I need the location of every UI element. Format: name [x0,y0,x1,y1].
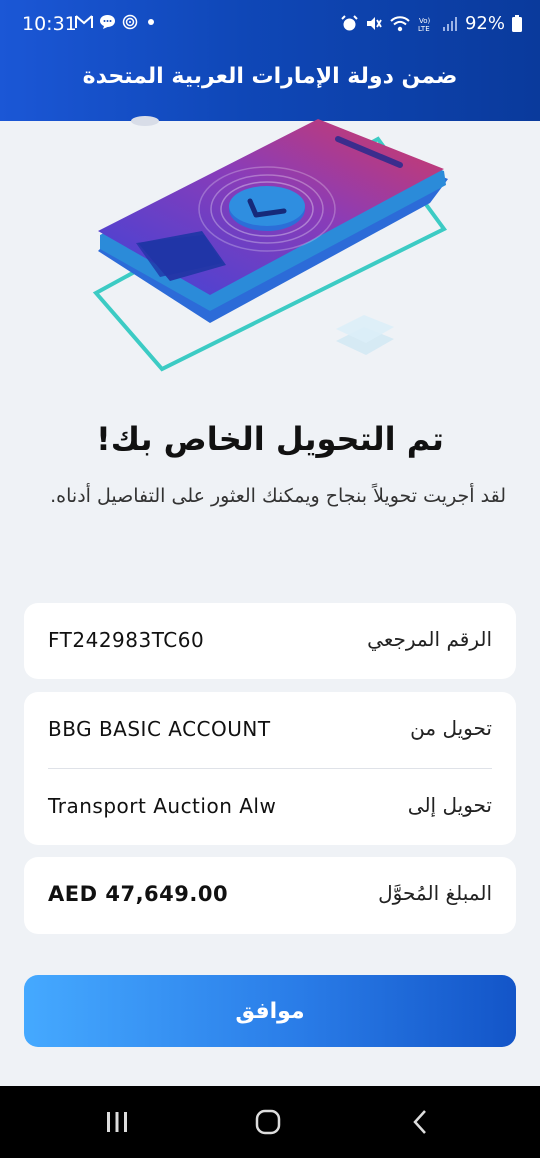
accounts-card: تحويل من BBG BASIC ACCOUNT تحويل إلى Tra… [24,692,516,845]
mute-icon [366,17,382,30]
system-icons: Vo) LTE 92% [341,13,522,34]
svg-text:Vo): Vo) [419,17,431,25]
volte-icon: Vo)LTE [418,17,431,33]
amount-label: المبلغ المُحوَّل [378,881,492,905]
wifi-icon [390,15,410,31]
battery-icon [512,15,522,32]
gmail-icon [75,15,93,28]
from-value: BBG BASIC ACCOUNT [48,717,271,741]
messages-icon [100,15,115,29]
reference-card: الرقم المرجعي FT242983TC60 [24,603,516,679]
signal-icon [442,16,457,31]
from-row: تحويل من BBG BASIC ACCOUNT [24,692,516,768]
home-icon [255,1109,281,1135]
recent-apps-button[interactable] [97,1104,137,1140]
reference-label: الرقم المرجعي [367,627,492,651]
back-button[interactable] [400,1104,440,1140]
from-label: تحويل من [410,716,492,740]
svg-text:LTE: LTE [418,25,430,33]
transfer-success-screen: 10:31 Vo) LTE 92% ضمن دولة الإمارات العرب… [0,0,540,1158]
ok-button[interactable]: موافق [24,975,516,1047]
recent-apps-icon [107,1112,127,1132]
to-label: تحويل إلى [407,793,492,817]
phone-transfer-illustration [92,116,448,372]
to-value: Transport Auction Alw [48,794,277,818]
success-heading: تم التحويل الخاص بك! [96,420,444,458]
reference-value: FT242983TC60 [48,628,205,652]
back-icon [413,1110,426,1134]
battery-level: 92% [464,13,505,34]
status-time: 10:31 [22,13,77,35]
notification-icons [75,14,158,30]
amount-card: المبلغ المُحوَّل AED 47,649.00 [24,857,516,934]
header: 10:31 Vo) LTE 92% ضمن دولة الإمارات العرب… [0,0,540,121]
status-bar: 10:31 Vo) LTE 92% [0,0,540,50]
reference-row: الرقم المرجعي FT242983TC60 [24,603,516,679]
page-title: ضمن دولة الإمارات العربية المتحدة [82,64,458,89]
to-row: تحويل إلى Transport Auction Alw [24,769,516,845]
success-message: لقد أجريت تحويلاً بنجاح ويمكنك العثور عل… [50,485,506,507]
system-navigation-bar [0,1086,540,1158]
fingerprint-icon [122,14,138,30]
home-button[interactable] [248,1104,288,1140]
amount-row: المبلغ المُحوَّل AED 47,649.00 [24,857,516,933]
alarm-icon [341,15,358,31]
amount-value: AED 47,649.00 [48,882,229,906]
dot-icon [148,19,154,25]
